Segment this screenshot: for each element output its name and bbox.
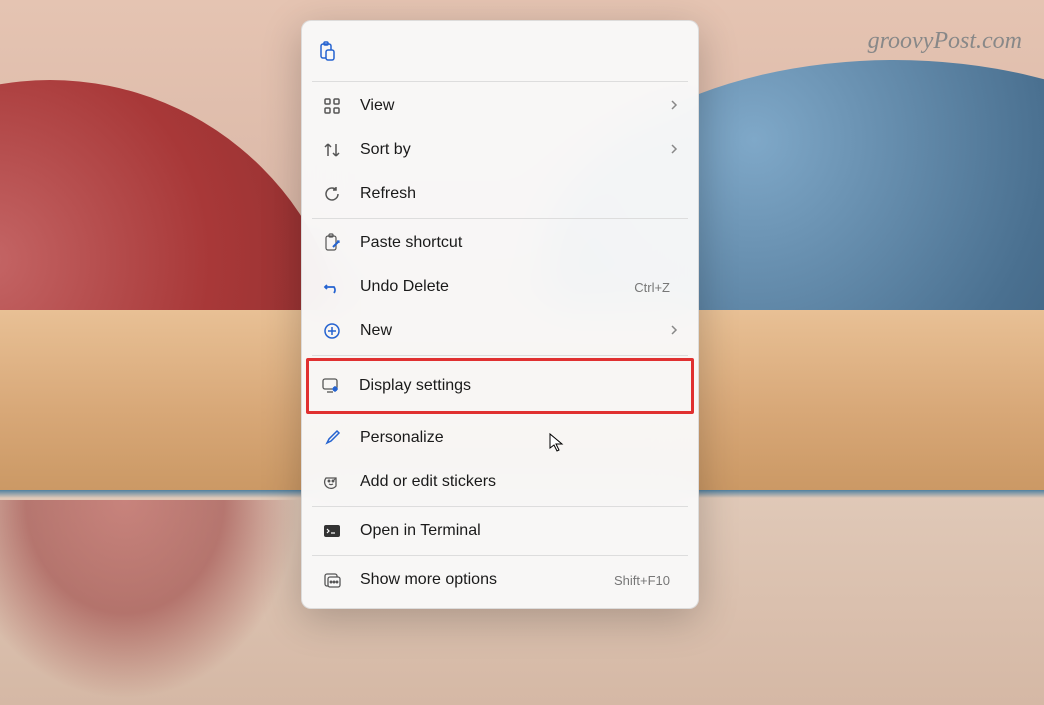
context-menu-top-row: [308, 27, 692, 79]
menu-item-label: New: [360, 322, 670, 340]
menu-item-new[interactable]: New: [308, 309, 692, 353]
divider: [312, 506, 688, 507]
chevron-right-icon: [670, 323, 678, 339]
sort-icon: [322, 140, 342, 160]
menu-item-label: Add or edit stickers: [360, 473, 678, 491]
undo-icon: [322, 277, 342, 297]
chevron-right-icon: [670, 98, 678, 114]
menu-item-refresh[interactable]: Refresh: [308, 172, 692, 216]
refresh-icon: [322, 184, 342, 204]
display-settings-icon: [321, 376, 341, 396]
menu-item-label: Open in Terminal: [360, 522, 678, 540]
menu-item-add-stickers[interactable]: Add or edit stickers: [308, 460, 692, 504]
terminal-icon: [322, 521, 342, 541]
paste-button[interactable]: [316, 33, 356, 69]
menu-item-paste-shortcut[interactable]: Paste shortcut: [308, 221, 692, 265]
divider: [312, 355, 688, 356]
menu-item-shortcut: Ctrl+Z: [634, 280, 670, 295]
divider: [312, 81, 688, 82]
menu-item-label: Show more options: [360, 571, 614, 589]
menu-item-label: Refresh: [360, 185, 678, 203]
desktop-context-menu: View Sort by Refresh: [301, 20, 699, 609]
clipboard-shortcut-icon: [322, 233, 342, 253]
chevron-right-icon: [670, 142, 678, 158]
menu-item-view[interactable]: View: [308, 84, 692, 128]
menu-item-undo-delete[interactable]: Undo Delete Ctrl+Z: [308, 265, 692, 309]
plus-circle-icon: [322, 321, 342, 341]
menu-item-label: Undo Delete: [360, 278, 634, 296]
paintbrush-icon: [322, 428, 342, 448]
clipboard-icon: [317, 41, 337, 61]
menu-item-label: Personalize: [360, 429, 678, 447]
sticker-icon: [322, 472, 342, 492]
menu-item-display-settings[interactable]: Display settings: [306, 358, 694, 414]
menu-item-shortcut: Shift+F10: [614, 573, 670, 588]
menu-item-label: Paste shortcut: [360, 234, 678, 252]
menu-item-personalize[interactable]: Personalize: [308, 416, 692, 460]
menu-item-open-terminal[interactable]: Open in Terminal: [308, 509, 692, 553]
menu-item-show-more-options[interactable]: Show more options Shift+F10: [308, 558, 692, 602]
divider: [312, 555, 688, 556]
menu-item-label: Display settings: [359, 377, 679, 395]
divider: [312, 218, 688, 219]
watermark-text: groovyPost.com: [868, 28, 1022, 55]
menu-item-label: Sort by: [360, 141, 670, 159]
more-options-icon: [322, 570, 342, 590]
menu-item-sort-by[interactable]: Sort by: [308, 128, 692, 172]
grid-icon: [322, 96, 342, 116]
menu-item-label: View: [360, 97, 670, 115]
